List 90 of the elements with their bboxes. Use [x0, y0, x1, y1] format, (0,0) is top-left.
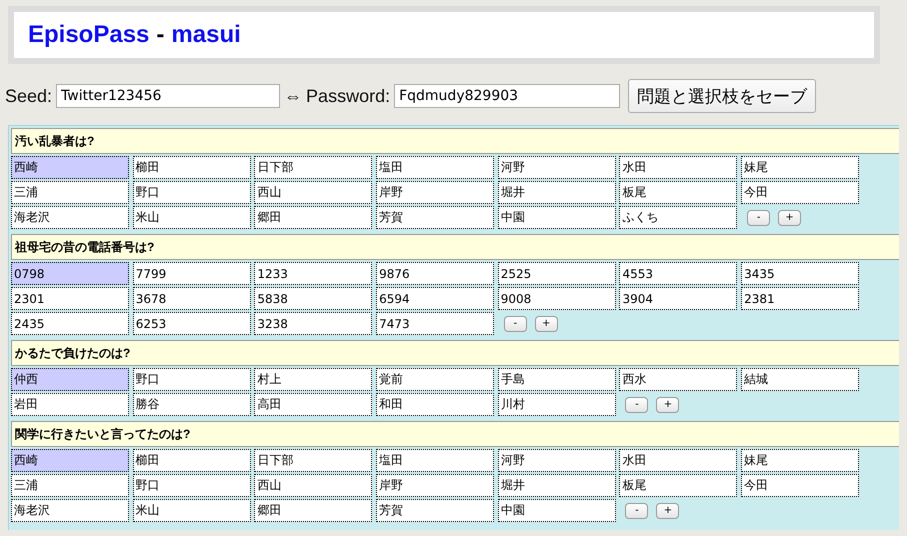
title-separator: - — [156, 21, 164, 49]
answer-choice[interactable]: 櫛田 — [132, 156, 251, 179]
answer-choice[interactable]: 櫛田 — [132, 449, 251, 472]
app-title-link[interactable]: EpisoPass — [28, 21, 150, 49]
answer-choice[interactable]: 6253 — [132, 312, 251, 335]
answer-choice[interactable]: 2381 — [741, 287, 860, 310]
answer-choice[interactable]: 日下部 — [254, 449, 372, 472]
answer-choice[interactable]: 仲西 — [11, 368, 129, 391]
answer-choice[interactable]: 西水 — [619, 368, 738, 391]
answer-choice[interactable]: ふくち — [619, 206, 738, 229]
seed-label: Seed: — [5, 86, 52, 106]
answer-choice[interactable]: 岸野 — [376, 181, 494, 204]
answer-choice[interactable]: 2525 — [498, 262, 616, 285]
add-button[interactable]: + — [656, 502, 680, 518]
answer-choice[interactable]: 3678 — [132, 287, 251, 310]
answer-choice[interactable]: 野口 — [132, 181, 251, 204]
answer-choice[interactable]: 河野 — [498, 449, 616, 472]
answer-choice[interactable]: 3435 — [741, 262, 860, 285]
password-field[interactable]: Fqdmudy829903 — [394, 84, 620, 108]
answer-choice[interactable]: 野口 — [132, 368, 251, 391]
answer-choice[interactable]: 芳賀 — [376, 206, 494, 229]
question-header: 関学に行きたいと言ってたのは? — [11, 421, 899, 447]
answer-choice[interactable]: 7799 — [132, 262, 251, 285]
answer-choice[interactable]: 水田 — [619, 156, 738, 179]
answer-choice[interactable]: 9876 — [376, 262, 494, 285]
answer-choice[interactable]: 堀井 — [498, 181, 616, 204]
add-button[interactable]: + — [778, 210, 802, 226]
save-button[interactable]: 問題と選択枝をセーブ — [628, 79, 816, 113]
answer-choice[interactable]: 妹尾 — [741, 449, 860, 472]
answer-choice[interactable]: 妹尾 — [741, 156, 860, 179]
answer-choice[interactable]: 西山 — [254, 474, 372, 497]
answer-choice[interactable]: 今田 — [741, 181, 860, 204]
user-link[interactable]: masui — [171, 21, 241, 49]
question-header: 汚い乱暴者は? — [11, 128, 899, 154]
answer-choice[interactable]: 西崎 — [11, 156, 129, 179]
remove-button[interactable]: - — [625, 502, 648, 518]
answer-choice[interactable]: 三浦 — [11, 181, 129, 204]
answer-choice[interactable]: 中園 — [498, 499, 616, 522]
answer-choice[interactable]: 野口 — [132, 474, 251, 497]
answer-choice[interactable]: 3238 — [254, 312, 372, 335]
answer-choice[interactable]: 3904 — [619, 287, 738, 310]
answer-choice[interactable]: 西崎 — [11, 449, 129, 472]
answer-choice[interactable]: 郷田 — [254, 499, 372, 522]
answer-choice[interactable]: 岩田 — [11, 393, 129, 416]
answer-choice[interactable]: 板尾 — [619, 474, 738, 497]
remove-button[interactable]: - — [625, 396, 648, 412]
answer-choice[interactable]: 堀井 — [498, 474, 616, 497]
answer-choice[interactable]: 7473 — [376, 312, 494, 335]
answer-choice[interactable]: 河野 — [498, 156, 616, 179]
question-header: 祖母宅の昔の電話番号は? — [11, 234, 899, 260]
answer-choice[interactable]: 川村 — [498, 393, 616, 416]
answer-choice[interactable]: 芳賀 — [376, 499, 494, 522]
answer-choice[interactable]: 海老沢 — [11, 499, 129, 522]
answer-choice[interactable]: 0798 — [11, 262, 129, 285]
answer-choice[interactable]: 塩田 — [376, 449, 494, 472]
answer-choice[interactable]: 1233 — [254, 262, 372, 285]
answer-choice[interactable]: 勝谷 — [132, 393, 251, 416]
answer-choice[interactable]: 中園 — [498, 206, 616, 229]
answer-choice[interactable]: 4553 — [619, 262, 738, 285]
answer-choice[interactable]: 塩田 — [376, 156, 494, 179]
answer-choice[interactable]: 日下部 — [254, 156, 372, 179]
answer-choice[interactable]: 結城 — [741, 368, 860, 391]
answer-choice[interactable]: 村上 — [254, 368, 372, 391]
answer-choice[interactable]: 西山 — [254, 181, 372, 204]
answer-choice[interactable]: 覚前 — [376, 368, 494, 391]
answer-choice[interactable]: 高田 — [254, 393, 372, 416]
arrow-text: ⇔ — [284, 86, 302, 106]
password-label: Password: — [306, 86, 390, 106]
answer-choice[interactable]: 5838 — [254, 287, 372, 310]
answer-choice[interactable]: 三浦 — [11, 474, 129, 497]
remove-button[interactable]: - — [747, 210, 770, 226]
answer-choice[interactable]: 米山 — [132, 499, 251, 522]
answer-choice[interactable]: 岸野 — [376, 474, 494, 497]
remove-button[interactable]: - — [504, 316, 527, 332]
answer-choice[interactable]: 水田 — [619, 449, 738, 472]
question-header: かるたで負けたのは? — [11, 340, 899, 366]
answer-choice[interactable]: 9008 — [498, 287, 616, 310]
answer-choice[interactable]: 板尾 — [619, 181, 738, 204]
answer-choice[interactable]: 海老沢 — [11, 206, 129, 229]
add-button[interactable]: + — [534, 316, 558, 332]
seed-field[interactable]: Twitter123456 — [56, 84, 280, 108]
answer-choice[interactable]: 郷田 — [254, 206, 372, 229]
answer-choice[interactable]: 2301 — [11, 287, 129, 310]
answer-choice[interactable]: 米山 — [132, 206, 251, 229]
add-button[interactable]: + — [656, 396, 680, 412]
answer-choice[interactable]: 和田 — [376, 393, 494, 416]
answer-choice[interactable]: 今田 — [741, 474, 860, 497]
answer-choice[interactable]: 2435 — [11, 312, 129, 335]
answer-choice[interactable]: 手島 — [498, 368, 616, 391]
answer-choice[interactable]: 6594 — [376, 287, 494, 310]
